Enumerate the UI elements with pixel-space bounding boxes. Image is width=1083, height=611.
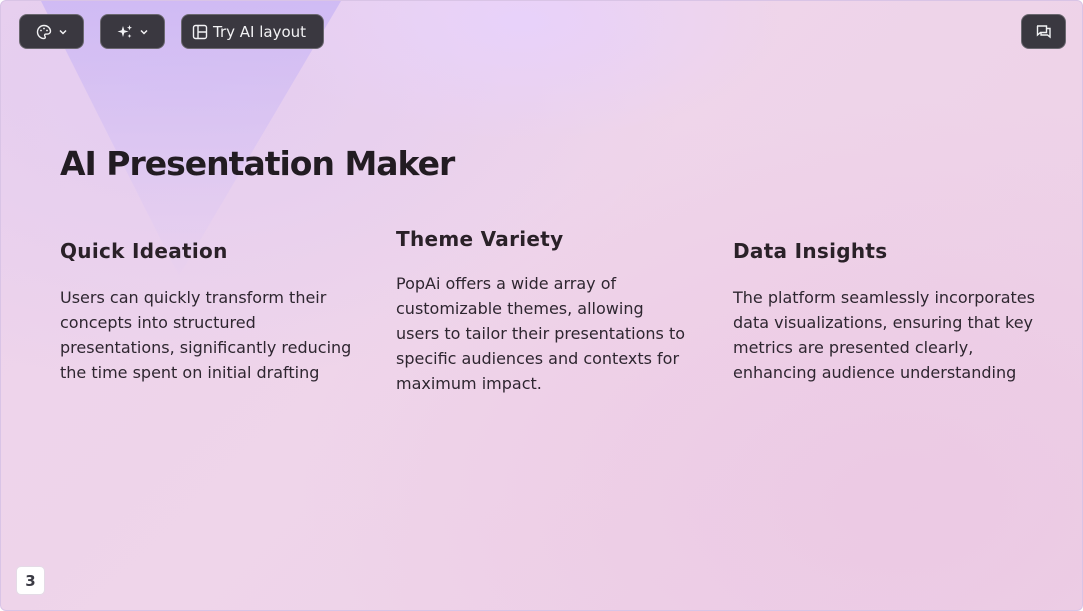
chevron-down-icon [139,29,148,35]
palette-icon [36,24,51,39]
comment-button[interactable] [1021,14,1066,49]
slide-title[interactable]: AI Presentation Maker [60,144,455,183]
sparkles-icon [117,24,132,38]
ai-dropdown-button[interactable] [100,14,165,49]
theme-dropdown-button[interactable] [19,14,84,49]
page-number-badge: 3 [16,566,45,595]
feature-heading[interactable]: Theme Variety [396,227,686,251]
layout-icon [192,24,208,39]
feature-heading[interactable]: Data Insights [733,239,1053,263]
try-ai-layout-button[interactable]: Try AI layout [181,14,324,49]
feature-column-data-insights: Data Insights The platform seamlessly in… [733,239,1053,385]
comment-icon [1036,25,1051,39]
chevron-down-icon [58,29,67,35]
feature-heading[interactable]: Quick Ideation [60,239,365,263]
try-ai-layout-label: Try AI layout [213,22,307,41]
feature-column-theme-variety: Theme Variety PopAi offers a wide array … [396,227,686,396]
feature-body[interactable]: Users can quickly transform their concep… [60,285,365,385]
feature-body[interactable]: The platform seamlessly incorporates dat… [733,285,1053,385]
feature-body[interactable]: PopAi offers a wide array of customizabl… [396,271,686,396]
feature-column-quick-ideation: Quick Ideation Users can quickly transfo… [60,239,365,385]
slide-canvas[interactable]: Try AI layout AI Presentation Maker Quic… [0,0,1083,611]
